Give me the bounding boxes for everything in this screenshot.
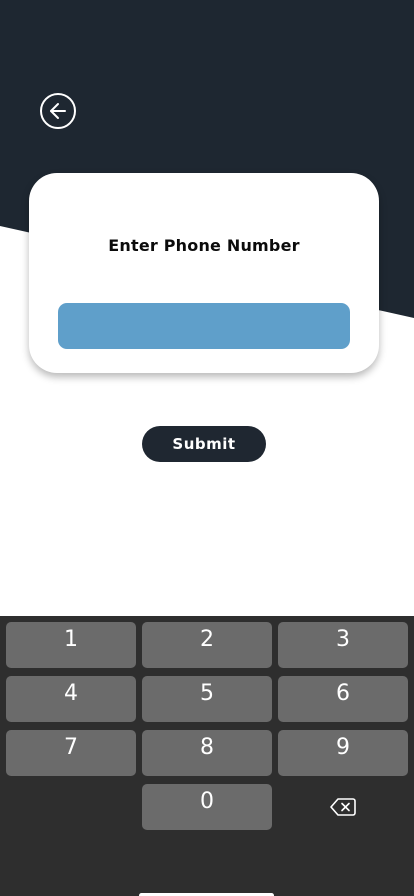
- key-1[interactable]: 1: [6, 622, 136, 668]
- key-7[interactable]: 7: [6, 730, 136, 776]
- key-3[interactable]: 3: [278, 622, 408, 668]
- backspace-key[interactable]: [278, 784, 408, 830]
- phone-number-input[interactable]: [58, 303, 350, 349]
- arrow-left-icon: [50, 103, 66, 119]
- key-4[interactable]: 4: [6, 676, 136, 722]
- key-8[interactable]: 8: [142, 730, 272, 776]
- back-button[interactable]: [40, 93, 76, 129]
- card-title: Enter Phone Number: [108, 236, 300, 255]
- phone-card: Enter Phone Number: [29, 173, 379, 373]
- backspace-icon: [330, 798, 356, 816]
- key-0[interactable]: 0: [142, 784, 272, 830]
- phone-number-screen: Enter Phone Number Submit 1 2 3 4 5 6 7 …: [0, 0, 414, 896]
- key-2[interactable]: 2: [142, 622, 272, 668]
- numeric-keyboard: 1 2 3 4 5 6 7 8 9 0: [0, 616, 414, 896]
- key-5[interactable]: 5: [142, 676, 272, 722]
- key-6[interactable]: 6: [278, 676, 408, 722]
- submit-button[interactable]: Submit: [142, 426, 266, 462]
- key-9[interactable]: 9: [278, 730, 408, 776]
